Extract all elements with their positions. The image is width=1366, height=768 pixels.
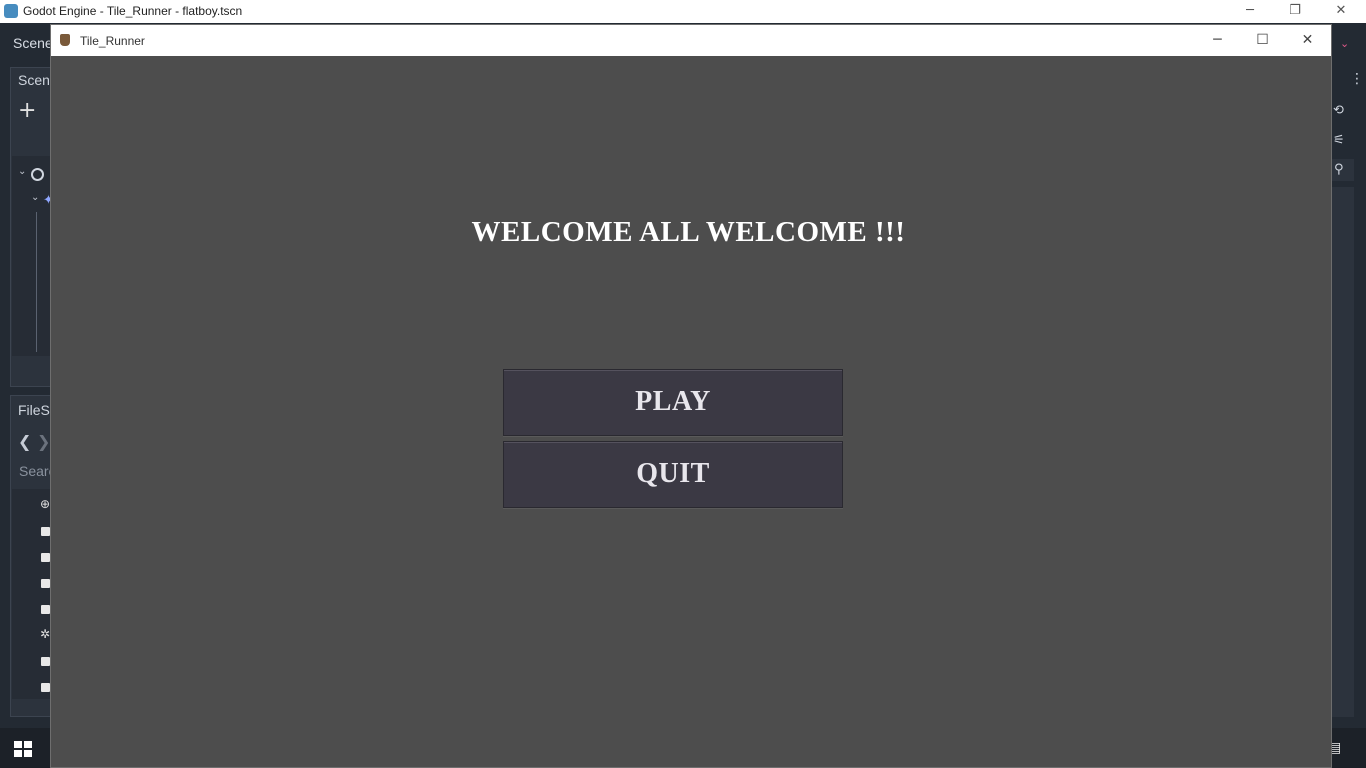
- play-button[interactable]: PLAY: [503, 369, 843, 436]
- add-node-button[interactable]: +: [18, 100, 36, 122]
- game-maximize-button[interactable]: ☐: [1240, 25, 1285, 56]
- search-icon: ⚲: [1334, 162, 1344, 177]
- editor-restore-button[interactable]: ❐: [1272, 0, 1318, 23]
- game-app-icon: [60, 34, 70, 46]
- nav-back-button[interactable]: ❮: [18, 432, 31, 451]
- game-window: Tile_Runner ─ ☐ ✕ WELCOME ALL WELCOME !!…: [50, 24, 1332, 768]
- editor-close-button[interactable]: ✕: [1318, 0, 1364, 23]
- scene-file-icon: [41, 579, 50, 588]
- godot-logo-icon: [4, 4, 18, 18]
- game-close-button[interactable]: ✕: [1285, 25, 1330, 56]
- gear-icon: ✲: [40, 627, 51, 641]
- welcome-heading: WELCOME ALL WELCOME !!!: [471, 216, 906, 248]
- game-titlebar: Tile_Runner ─ ☐ ✕: [51, 25, 1331, 56]
- tree-guide-line: [36, 212, 37, 352]
- more-options-icon[interactable]: ⋮: [1350, 71, 1364, 87]
- menu-scene[interactable]: Scene: [13, 35, 53, 51]
- game-minimize-button[interactable]: ─: [1195, 25, 1240, 56]
- game-window-title: Tile_Runner: [80, 34, 145, 48]
- collapse-arrow-icon[interactable]: ⌄: [18, 166, 26, 177]
- windows-start-icon[interactable]: [14, 741, 32, 757]
- scene-file-icon: [41, 683, 50, 692]
- collapse-arrow-icon[interactable]: ⌄: [31, 192, 39, 203]
- scene-file-icon: [41, 605, 50, 614]
- scene-file-icon: [41, 553, 50, 562]
- chevron-down-icon[interactable]: ⌄: [1340, 37, 1349, 50]
- nav-forward-button[interactable]: ❯: [37, 432, 50, 451]
- editor-titlebar: Godot Engine - Tile_Runner - flatboy.tsc…: [0, 0, 1366, 23]
- node-circle-icon: [31, 168, 44, 181]
- file-list: ⊕ ✲: [12, 489, 52, 699]
- editor-window-title: Godot Engine - Tile_Runner - flatboy.tsc…: [23, 4, 243, 18]
- inspector-search-field[interactable]: ⚲: [1332, 159, 1354, 181]
- scene-dock-title[interactable]: Scen: [18, 72, 50, 88]
- filter-icon[interactable]: ⚟: [1333, 133, 1345, 148]
- editor-minimize-button[interactable]: ─: [1227, 0, 1273, 23]
- history-icon[interactable]: ⟲: [1333, 103, 1344, 118]
- globe-icon: ⊕: [40, 497, 51, 511]
- quit-button[interactable]: QUIT: [503, 441, 843, 508]
- scene-file-icon: [41, 657, 50, 666]
- scene-file-icon: [41, 527, 50, 536]
- scene-tree: ⌄ ⌄ ✦: [12, 156, 54, 356]
- inspector-panel: [1332, 187, 1354, 717]
